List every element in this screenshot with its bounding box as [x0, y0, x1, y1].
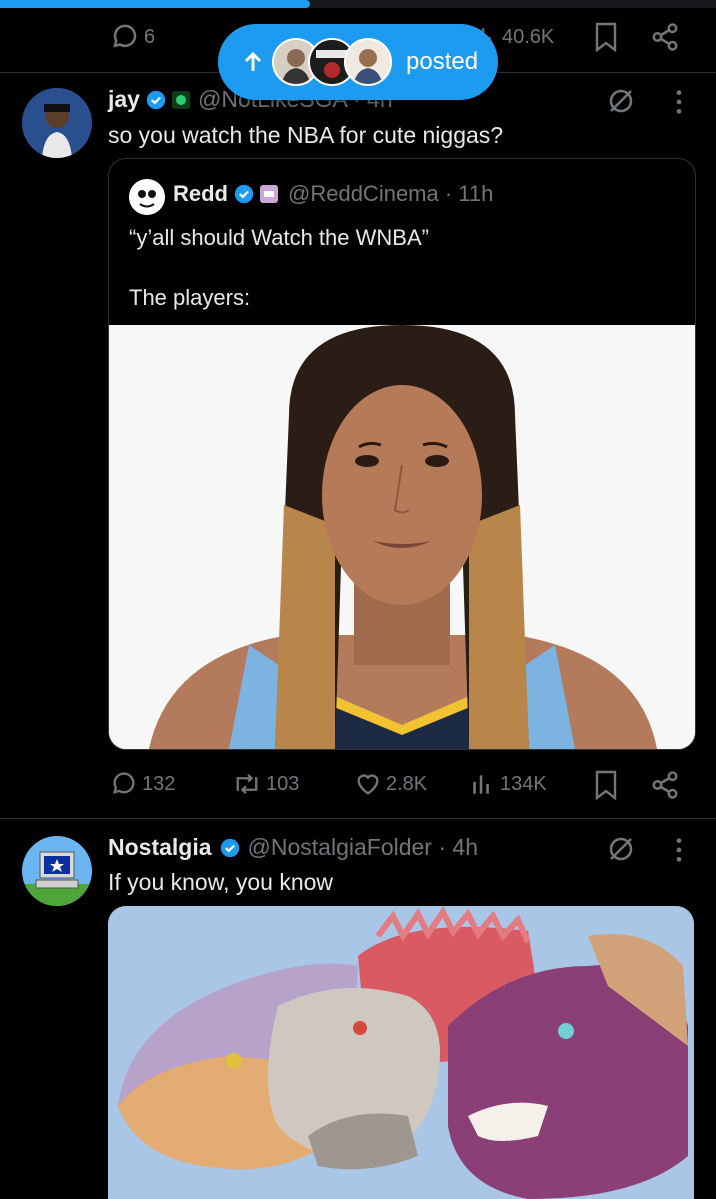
views-button[interactable]: 134K [470, 770, 547, 798]
verified-badge-icon [234, 184, 254, 204]
bookmark-button[interactable] [594, 22, 618, 57]
loading-progress-bar [0, 0, 716, 8]
quoted-post-photo[interactable] [109, 325, 695, 749]
bookmark-icon [595, 22, 617, 53]
reply-button[interactable]: 132 [110, 770, 175, 798]
more-options-button[interactable] [672, 836, 686, 869]
quoted-text-line2: The players: [129, 285, 251, 310]
share-icon [652, 23, 678, 51]
reply-count: 132 [142, 772, 176, 795]
loading-progress-fill [0, 0, 310, 8]
post-photo[interactable] [108, 906, 694, 1199]
author-name[interactable]: jay [108, 86, 140, 113]
jay-avatar[interactable] [22, 88, 92, 158]
post-divider [0, 818, 716, 819]
view-count: 40.6K [502, 25, 555, 48]
reply-icon [113, 24, 137, 48]
reply-button[interactable]: 6 [110, 22, 155, 52]
reply-icon [113, 772, 135, 794]
grok-icon [609, 837, 633, 861]
like-button[interactable]: 2.8K [354, 770, 427, 798]
share-icon [652, 771, 678, 799]
affiliate-badge-icon [171, 90, 190, 109]
quoted-author-handle: @ReddCinema · 11h [288, 181, 494, 206]
verified-badge-icon [146, 90, 166, 109]
quoted-post-card[interactable]: Redd @ReddCinema · 11h “y’all should Wat… [108, 158, 696, 750]
views-icon [473, 775, 489, 794]
banner-label: posted [406, 48, 479, 75]
arrow-up-icon [244, 51, 262, 71]
grok-button[interactable] [606, 834, 636, 869]
poster-avatar [344, 38, 392, 86]
bookmark-icon [595, 770, 617, 801]
author-name[interactable]: Nostalgia [108, 834, 212, 861]
share-button[interactable] [650, 22, 680, 57]
more-icon [676, 838, 682, 862]
repost-count: 103 [266, 772, 300, 795]
repost-button[interactable]: 103 [232, 770, 299, 798]
more-options-button[interactable] [672, 88, 686, 121]
view-count: 134K [500, 772, 547, 795]
share-button[interactable] [650, 770, 680, 805]
bookmark-button[interactable] [594, 770, 618, 805]
grok-button[interactable] [606, 86, 636, 121]
nostalgia-avatar[interactable] [22, 836, 92, 906]
quoted-author-name: Redd [173, 181, 228, 206]
grok-icon [609, 89, 633, 113]
new-posts-banner[interactable]: posted [218, 24, 498, 100]
post-text: If you know, you know [108, 869, 334, 895]
heart-icon [357, 774, 379, 795]
verified-badge-icon [220, 838, 239, 857]
like-count: 2.8K [386, 772, 428, 795]
quoted-text-line1: “y’all should Watch the WNBA” [129, 225, 429, 250]
reply-count: 6 [144, 25, 156, 48]
more-icon [676, 90, 682, 114]
affiliate-badge-icon [260, 185, 278, 203]
author-handle[interactable]: @NostalgiaFolder · 4h [248, 834, 478, 861]
redd-avatar [129, 179, 165, 215]
repost-icon [236, 773, 258, 795]
post-text: so you watch the NBA for cute niggas? [108, 122, 504, 148]
